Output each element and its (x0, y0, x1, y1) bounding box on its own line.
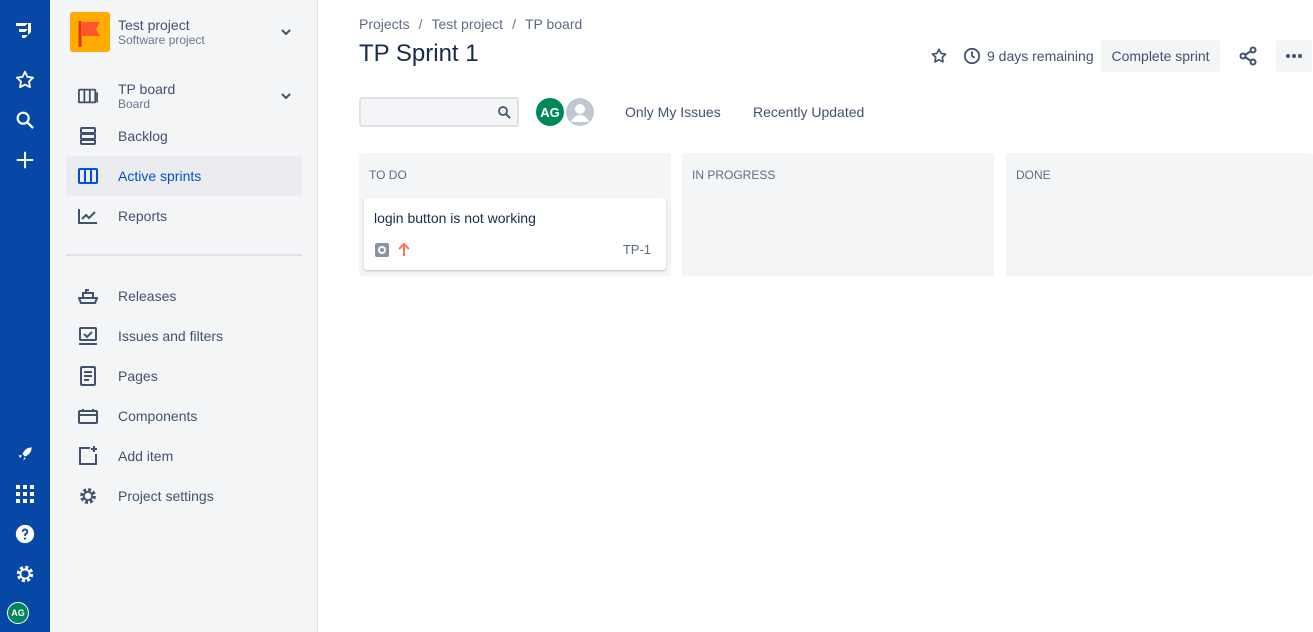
breadcrumb-separator: / (512, 16, 516, 32)
board-column-in-progress: IN PROGRESS (682, 153, 994, 276)
search-icon[interactable] (0, 102, 50, 138)
board-column-todo: TO DO login button is not working TP-1 (359, 153, 671, 276)
sidebar-item-issues-and-filters[interactable]: Issues and filters (66, 316, 302, 356)
issues-filter-icon (78, 326, 98, 346)
sidebar-item-label: Backlog (118, 128, 168, 144)
sidebar-item-components[interactable]: Components (66, 396, 302, 436)
page-title: TP Sprint 1 (359, 40, 479, 67)
board-search (359, 97, 519, 127)
priority-high-arrow-icon (398, 242, 410, 256)
issue-card[interactable]: login button is not working TP-1 (364, 198, 666, 270)
filter-only-my-issues[interactable]: Only My Issues (625, 104, 721, 120)
column-title: DONE (1016, 168, 1051, 182)
sidebar-item-releases[interactable]: Releases (66, 276, 302, 316)
sidebar-item-reports[interactable]: Reports (66, 196, 302, 236)
column-title: TO DO (369, 168, 407, 182)
unassigned-avatar[interactable] (564, 96, 596, 128)
reports-chart-icon (78, 206, 98, 226)
ship-icon (78, 286, 98, 306)
chevron-down-icon[interactable] (278, 24, 294, 40)
breadcrumb-test-project[interactable]: Test project (431, 16, 503, 32)
add-item-icon (78, 446, 98, 466)
settings-icon[interactable] (0, 556, 50, 592)
share-icon[interactable] (1237, 44, 1259, 68)
more-icon (1286, 54, 1302, 58)
sidebar-item-add-item[interactable]: Add item (66, 436, 302, 476)
sidebar-item-label: Project settings (118, 488, 214, 504)
sidebar-item-pages[interactable]: Pages (66, 356, 302, 396)
jira-logo-icon[interactable] (0, 14, 50, 50)
project-type: Software project (118, 33, 205, 47)
backlog-icon (78, 126, 98, 146)
sidebar-item-label: Releases (118, 288, 177, 304)
help-icon[interactable] (0, 516, 50, 552)
sidebar-item-label: Pages (118, 368, 158, 384)
star-icon[interactable] (0, 62, 50, 98)
app-switcher-icon[interactable] (0, 476, 50, 512)
sidebar-item-label: Components (118, 408, 198, 424)
rocket-icon[interactable] (0, 436, 50, 472)
search-icon[interactable] (497, 105, 511, 119)
project-name[interactable]: Test project (118, 17, 190, 33)
board-sub-label: Board (118, 97, 151, 111)
sidebar-item-label: Active sprints (118, 168, 202, 184)
clock-icon (962, 46, 982, 66)
task-icon (375, 243, 389, 257)
more-actions-button[interactable] (1276, 40, 1312, 72)
column-title: IN PROGRESS (692, 168, 776, 182)
gear-icon (78, 486, 98, 506)
project-sidebar: Test project Software project TP board B… (50, 0, 318, 632)
breadcrumb: Projects / Test project / TP board (359, 16, 582, 32)
sprint-remaining-time: 9 days remaining (987, 48, 1094, 64)
search-input[interactable] (361, 99, 486, 125)
board-columns-icon (78, 166, 98, 186)
main-content: Projects / Test project / TP board TP Sprint… (319, 0, 1313, 632)
sidebar-item-label: Add item (118, 448, 174, 464)
sidebar-item-label: Reports (118, 208, 168, 224)
global-navigation: AG (0, 0, 50, 632)
component-icon (78, 406, 98, 426)
breadcrumb-separator: / (418, 16, 423, 32)
issue-summary: login button is not working (374, 210, 536, 226)
board-column-done: DONE (1006, 153, 1313, 276)
board-icon (78, 86, 98, 106)
board-name: TP board (118, 81, 176, 97)
star-icon[interactable] (929, 46, 949, 66)
breadcrumb-projects[interactable]: Projects (359, 16, 410, 32)
breadcrumb-tp-board[interactable]: TP board (525, 16, 582, 32)
assignee-avatar[interactable]: AG (534, 96, 566, 128)
sidebar-item-active-sprints[interactable]: Active sprints (66, 156, 302, 196)
issue-key[interactable]: TP-1 (623, 242, 651, 257)
sidebar-item-label: Issues and filters (118, 328, 224, 344)
chevron-down-icon[interactable] (278, 88, 294, 104)
project-avatar (70, 12, 110, 52)
sidebar-item-project-settings[interactable]: Project settings (66, 476, 302, 516)
filter-recently-updated[interactable]: Recently Updated (753, 104, 864, 120)
page-icon (78, 366, 98, 386)
complete-sprint-button[interactable]: Complete sprint (1101, 40, 1220, 72)
board-selector[interactable]: TP board (66, 76, 302, 116)
sidebar-item-backlog[interactable]: Backlog (66, 116, 302, 156)
user-avatar[interactable]: AG (7, 602, 29, 624)
plus-icon[interactable] (0, 142, 50, 178)
sidebar-divider (66, 254, 302, 256)
